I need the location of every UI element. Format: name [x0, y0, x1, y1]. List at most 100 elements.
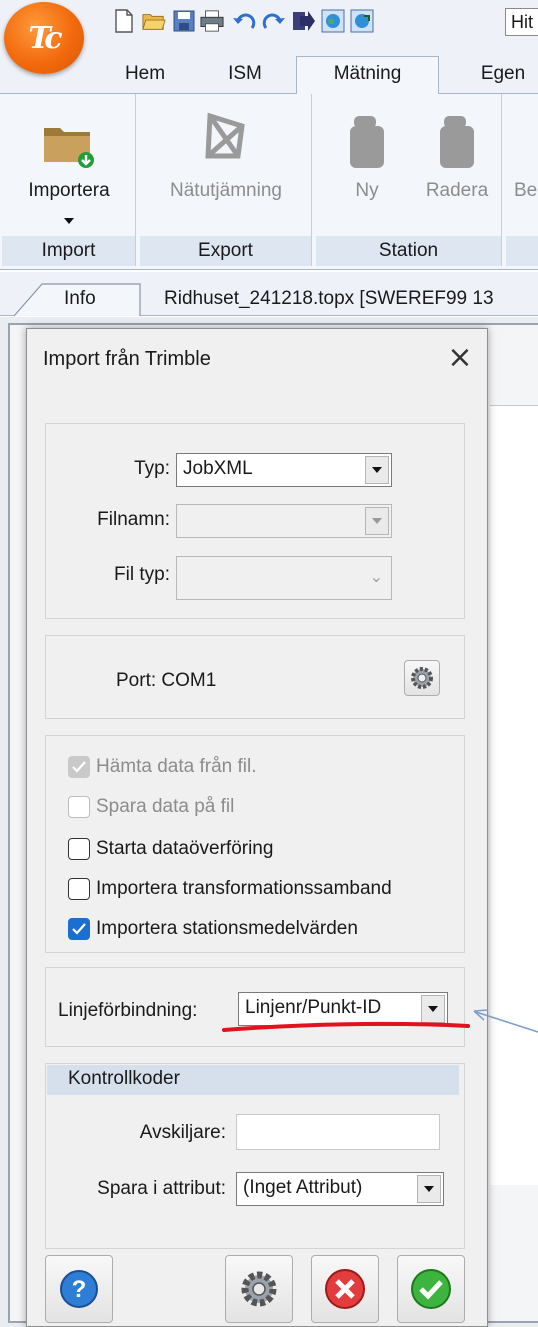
filetype-select[interactable]: ⌄: [176, 556, 392, 600]
station-new-button[interactable]: Ny: [322, 102, 412, 222]
ribbon-group-export: Nätutjämning Export: [140, 94, 312, 266]
chevron-down-icon[interactable]: [365, 456, 389, 484]
port-panel: Port: COM1: [45, 635, 465, 719]
source-panel: Typ: JobXML Filnamn: Fil typ: ⌄: [45, 423, 465, 619]
cancel-icon: [325, 1269, 365, 1309]
chevron-down-icon[interactable]: [417, 1175, 441, 1203]
gear-icon: [411, 667, 433, 689]
importera-button[interactable]: Importera: [2, 102, 136, 224]
separator-label: Avskiljare:: [139, 1122, 226, 1143]
option-hamta-data-label: Hämta data från fil.: [96, 756, 257, 777]
port-label: Port: COM1: [116, 670, 217, 691]
undo-icon[interactable]: [232, 9, 256, 33]
group-label-export: Export: [140, 236, 311, 266]
document-canvas[interactable]: [490, 405, 538, 1185]
checkbox-spara-data[interactable]: [68, 796, 90, 818]
network-adjust-icon: [202, 112, 252, 174]
document-tab-bar: Info Ridhuset_241218.topx [SWEREF99 13: [0, 272, 538, 317]
search-box[interactable]: Hit: [505, 8, 538, 36]
doc-tab-ridhuset[interactable]: Ridhuset_241218.topx [SWEREF99 13: [164, 284, 494, 316]
app-logo[interactable]: Tc: [4, 2, 84, 74]
globe-icon[interactable]: [321, 9, 345, 33]
checkbox-starta-overforing[interactable]: [68, 838, 90, 860]
checkmark-icon: [411, 1269, 451, 1309]
group-label-station: Station: [316, 236, 501, 266]
station-delete-button[interactable]: Radera: [412, 102, 502, 222]
app-logo-glyph: Tc: [28, 20, 62, 56]
port-settings-button[interactable]: [404, 660, 440, 696]
import-dialog: Import från Trimble × Typ: JobXML Filnam…: [26, 328, 488, 1327]
dropdown-arrow-icon[interactable]: [64, 218, 74, 224]
chevron-down-icon[interactable]: [365, 507, 389, 535]
line-connection-label: Linjeförbindning:: [58, 1000, 198, 1021]
checkbox-hamta-data[interactable]: [68, 756, 90, 778]
ribbon-partial-button[interactable]: Be: [506, 102, 538, 222]
control-codes-header: Kontrollkoder: [47, 1065, 459, 1095]
red-underline-annotation: [222, 1021, 470, 1032]
tab-egen[interactable]: Egen: [458, 60, 538, 94]
save-icon[interactable]: [172, 9, 196, 33]
save-attr-select[interactable]: (Inget Attribut): [236, 1172, 444, 1206]
ribbon: Importera Import Nätutjämning Export Ny …: [0, 94, 538, 270]
new-icon[interactable]: [112, 9, 136, 33]
option-hamta-data[interactable]: Hämta data från fil.: [68, 752, 257, 782]
filetype-label: Fil typ:: [114, 564, 170, 585]
ribbon-partial-label: Be: [514, 180, 538, 201]
options-panel: Hämta data från fil. Spara data på fil S…: [45, 735, 465, 953]
type-select[interactable]: JobXML: [176, 453, 392, 487]
group-label-partial: [506, 236, 538, 266]
type-value: JobXML: [183, 458, 253, 479]
option-starta-overforing-label: Starta dataöverföring: [96, 838, 274, 859]
gear-icon: [241, 1271, 277, 1307]
cancel-button[interactable]: [311, 1255, 379, 1323]
natutjamning-button[interactable]: Nätutjämning: [140, 102, 312, 222]
ok-button[interactable]: [397, 1255, 465, 1323]
control-codes-panel: Kontrollkoder Avskiljare: Spara i attrib…: [45, 1063, 465, 1249]
ribbon-group-import: Importera Import: [2, 94, 136, 266]
option-spara-data-label: Spara data på fil: [96, 796, 235, 817]
close-icon[interactable]: ×: [440, 339, 480, 379]
station-delete-icon: [438, 114, 478, 176]
station-new-label: Ny: [355, 180, 379, 201]
tab-matning[interactable]: Mätning: [296, 56, 439, 95]
option-importera-stationsmedel-label: Importera stationsmedelvärden: [96, 918, 358, 939]
line-connection-value: Linjenr/Punkt-ID: [245, 997, 382, 1018]
option-starta-overforing[interactable]: Starta dataöverföring: [68, 834, 273, 864]
dialog-title: Import från Trimble: [43, 348, 211, 370]
print-icon[interactable]: [200, 9, 224, 33]
importera-label: Importera: [28, 180, 110, 201]
chevron-down-icon[interactable]: ⌄: [370, 567, 383, 586]
ribbon-group-partial: Be: [506, 94, 538, 266]
station-new-icon: [348, 114, 388, 176]
ribbon-group-station: Ny Radera Station: [316, 94, 502, 266]
open-folder-icon[interactable]: [142, 9, 166, 33]
separator-input[interactable]: [236, 1114, 440, 1150]
folder-import-icon: [42, 122, 94, 174]
filename-select[interactable]: [176, 504, 392, 538]
station-delete-label: Radera: [425, 180, 489, 201]
pointer-arrow-annotation: [473, 1009, 538, 1033]
option-importera-transformation-label: Importera transformationssamband: [96, 878, 392, 899]
checkbox-importera-transformation[interactable]: [68, 878, 90, 900]
type-label: Typ:: [134, 458, 170, 479]
option-spara-data[interactable]: Spara data på fil: [68, 792, 234, 822]
save-attr-value: (Inget Attribut): [243, 1177, 363, 1198]
help-icon: ?: [60, 1270, 98, 1308]
ribbon-tab-bar: Hem ISM Mätning Egen: [0, 50, 538, 95]
option-importera-transformation[interactable]: Importera transformationssamband: [68, 874, 392, 904]
doc-tab-info[interactable]: Info: [64, 284, 96, 316]
filename-label: Filnamn:: [97, 509, 170, 530]
import-arrow-icon[interactable]: [292, 9, 316, 33]
settings-button[interactable]: [225, 1255, 293, 1323]
svg-text:?: ?: [72, 1276, 87, 1303]
help-button[interactable]: ?: [45, 1255, 113, 1323]
natutjamning-label: Nätutjämning: [170, 180, 282, 201]
save-attr-label: Spara i attribut:: [97, 1178, 226, 1199]
tab-ism[interactable]: ISM: [205, 60, 285, 94]
redo-icon[interactable]: [262, 9, 286, 33]
tab-hem[interactable]: Hem: [103, 60, 187, 94]
checkbox-importera-stationsmedel[interactable]: [68, 918, 90, 940]
group-label-import: Import: [2, 236, 135, 266]
option-importera-stationsmedel[interactable]: Importera stationsmedelvärden: [68, 914, 358, 944]
globe-export-icon[interactable]: [350, 9, 374, 33]
